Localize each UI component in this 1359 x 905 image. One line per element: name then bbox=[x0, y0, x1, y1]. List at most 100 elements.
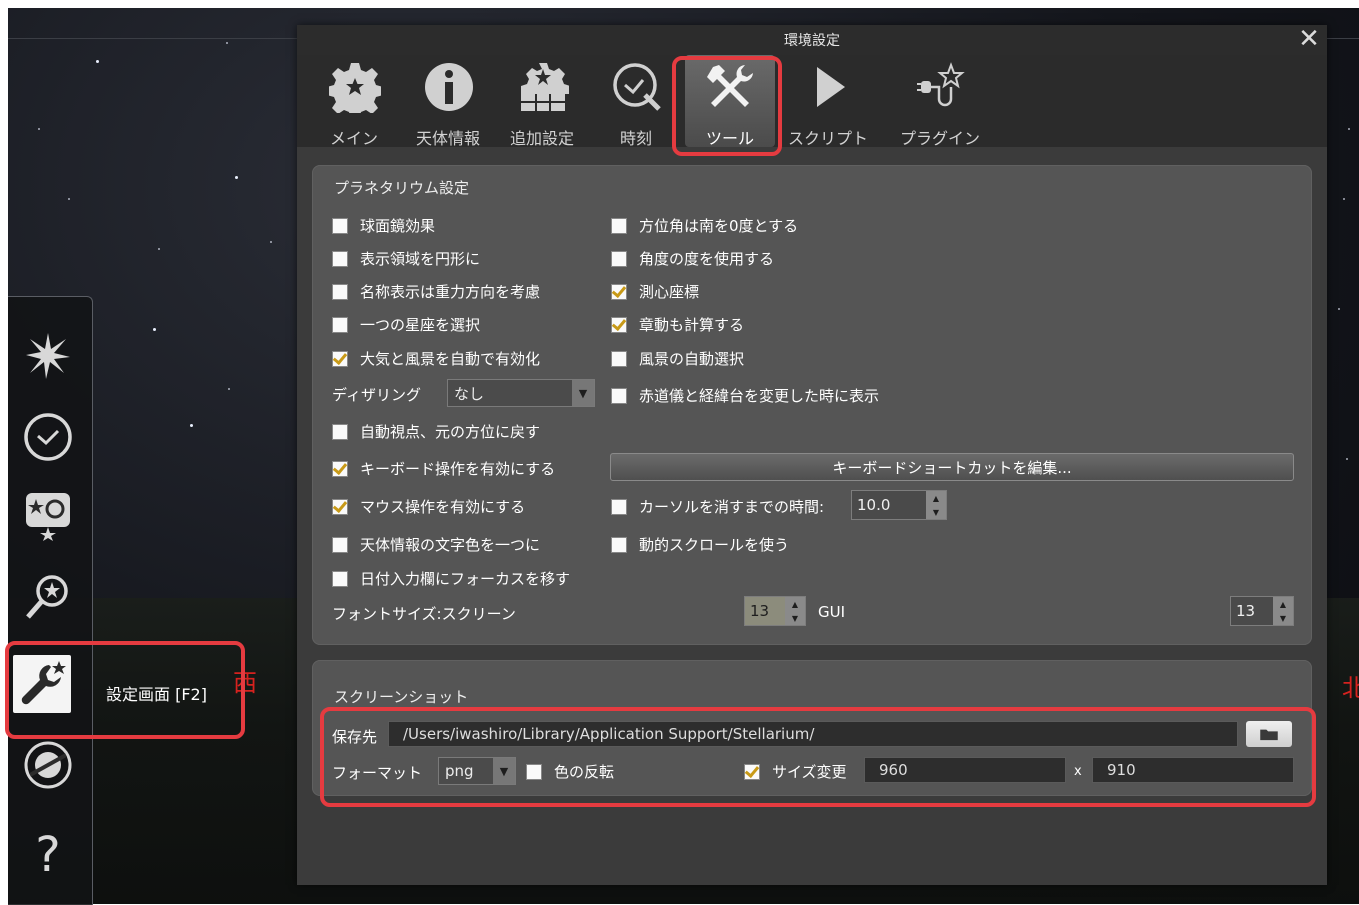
font-size-screen-label: フォントサイズ:スクリーン bbox=[332, 605, 516, 623]
telescope-control-button[interactable] bbox=[20, 737, 76, 793]
clock-icon bbox=[24, 413, 72, 461]
checkbox[interactable] bbox=[611, 498, 627, 515]
tab-scripts-label: スクリプト bbox=[787, 129, 868, 148]
single-color-info-checkbox[interactable]: 天体情報の文字色を一つに bbox=[332, 534, 540, 555]
highlight-tools-tab bbox=[672, 56, 782, 156]
dithering-label: ディザリング bbox=[332, 386, 421, 404]
focus-date-entry-checkbox[interactable]: 日付入力欄にフォーカスを移す bbox=[332, 568, 570, 589]
star bbox=[96, 60, 99, 63]
checkbox-label: キーボード操作を有効にする bbox=[360, 460, 556, 478]
cursor-timeout-value: 10.0 bbox=[857, 496, 891, 514]
auto-zoom-out-resets-direction-checkbox[interactable]: 自動視点、元の方位に戻す bbox=[332, 421, 540, 442]
select-single-constellation-checkbox[interactable]: 一つの星座を選択 bbox=[332, 314, 480, 335]
checkbox-label: 角度の度を使用する bbox=[639, 250, 775, 268]
checkbox[interactable] bbox=[611, 350, 627, 367]
star bbox=[158, 248, 160, 250]
plugin-icon bbox=[917, 62, 965, 107]
dialog-title: 環境設定 bbox=[784, 33, 840, 49]
sky-objects-button[interactable] bbox=[20, 327, 76, 383]
auto-enable-atmosphere-checkbox[interactable]: 大気と風景を自動で有効化 bbox=[332, 348, 540, 369]
checkbox[interactable] bbox=[611, 283, 627, 300]
checkbox[interactable] bbox=[332, 536, 348, 553]
checkbox-label: 一つの星座を選択 bbox=[360, 316, 481, 334]
star bbox=[153, 328, 156, 331]
kinetic-scrolling-checkbox[interactable]: 動的スクロールを使う bbox=[611, 534, 789, 555]
checkbox-label: 表示領域を円形に bbox=[360, 250, 481, 268]
highlight-config-button bbox=[5, 641, 245, 739]
checkbox[interactable] bbox=[611, 316, 627, 333]
date-time-button[interactable] bbox=[20, 409, 76, 465]
font-size-gui-spinbox[interactable]: 13 ▲ ▼ bbox=[1230, 596, 1294, 626]
sky-objects-icon bbox=[26, 333, 70, 379]
topocentric-checkbox[interactable]: 測心座標 bbox=[611, 281, 699, 302]
dithering-value: なし bbox=[454, 384, 485, 403]
enable-mouse-checkbox[interactable]: マウス操作を有効にする bbox=[332, 496, 525, 517]
checkbox-label: 風景の自動選択 bbox=[639, 350, 745, 368]
close-button[interactable]: ✕ bbox=[1296, 25, 1322, 53]
azimuth-south-checkbox[interactable]: 方位角は南を0度とする bbox=[611, 215, 798, 236]
spheric-mirror-checkbox[interactable]: 球面鏡効果 bbox=[332, 215, 435, 236]
disc-viewport-checkbox[interactable]: 表示領域を円形に bbox=[332, 248, 480, 269]
chevron-down-icon: ▼ bbox=[572, 380, 594, 406]
font-size-screen-spinbox[interactable]: 13 ▲ ▼ bbox=[744, 596, 806, 626]
checkbox[interactable] bbox=[332, 423, 348, 440]
dithering-select[interactable]: なし ▼ bbox=[447, 379, 595, 407]
spin-arrows[interactable]: ▲ ▼ bbox=[785, 597, 805, 625]
checkbox[interactable] bbox=[611, 250, 627, 267]
checkbox[interactable] bbox=[332, 498, 348, 515]
checkbox[interactable] bbox=[332, 217, 348, 234]
cursor-timeout-spinbox[interactable]: 10.0 ▲ ▼ bbox=[851, 490, 947, 520]
checkbox[interactable] bbox=[332, 283, 348, 300]
play-icon bbox=[817, 67, 845, 107]
tab-time[interactable]: 時刻 bbox=[591, 55, 681, 148]
checkbox[interactable] bbox=[611, 387, 627, 404]
spin-arrows[interactable]: ▲ ▼ bbox=[926, 491, 946, 519]
left-toolbar: ? bbox=[8, 296, 93, 905]
gravity-labels-checkbox[interactable]: 名称表示は重力方向を考慮 bbox=[332, 281, 540, 302]
tab-main[interactable]: メイン bbox=[309, 55, 399, 148]
checkbox-label: 天体情報の文字色を一つに bbox=[360, 536, 541, 554]
search-button[interactable] bbox=[20, 569, 76, 625]
checkbox-label: マウス操作を有効にする bbox=[360, 498, 526, 516]
checkbox[interactable] bbox=[611, 217, 627, 234]
checkbox[interactable] bbox=[332, 316, 348, 333]
checkbox[interactable] bbox=[611, 536, 627, 553]
enable-keyboard-checkbox[interactable]: キーボード操作を有効にする bbox=[332, 458, 555, 479]
spin-arrows[interactable]: ▲ ▼ bbox=[1273, 597, 1293, 625]
show-mount-change-checkbox[interactable]: 赤道儀と経緯台を変更した時に表示 bbox=[611, 385, 879, 406]
checkbox-label: 動的スクロールを使う bbox=[639, 536, 790, 554]
checkbox[interactable] bbox=[332, 250, 348, 267]
help-button[interactable]: ? bbox=[20, 827, 76, 883]
star bbox=[235, 176, 238, 179]
tab-plugins-label: プラグイン bbox=[899, 129, 980, 148]
star bbox=[1343, 198, 1345, 200]
checkbox[interactable] bbox=[332, 570, 348, 587]
dialog-titlebar[interactable]: 環境設定 bbox=[297, 25, 1327, 55]
mouse-cursor-timeout-checkbox[interactable]: カーソルを消すまでの時間: bbox=[611, 496, 824, 517]
checkbox-label: 名称表示は重力方向を考慮 bbox=[360, 283, 541, 301]
tab-plugins[interactable]: プラグイン bbox=[895, 55, 985, 148]
tab-information[interactable]: 天体情報 bbox=[403, 55, 493, 148]
checkbox-label: 章動も計算する bbox=[639, 316, 745, 334]
nutation-checkbox[interactable]: 章動も計算する bbox=[611, 314, 744, 335]
sky-and-viewing-button[interactable] bbox=[20, 487, 76, 543]
decimal-degrees-checkbox[interactable]: 角度の度を使用する bbox=[611, 248, 774, 269]
auto-select-landscape-checkbox[interactable]: 風景の自動選択 bbox=[611, 348, 744, 369]
star bbox=[270, 241, 272, 243]
checkbox[interactable] bbox=[332, 350, 348, 367]
tab-scripts[interactable]: スクリプト bbox=[783, 55, 873, 148]
search-icon bbox=[26, 575, 68, 619]
gear-stars-icon bbox=[521, 63, 569, 111]
planetarium-settings-title: プラネタリウム設定 bbox=[334, 179, 470, 197]
screenshot-settings-title: スクリーンショット bbox=[334, 688, 469, 706]
checkbox[interactable] bbox=[332, 460, 348, 477]
font-size-gui-value: 13 bbox=[1236, 602, 1256, 620]
help-icon: ? bbox=[35, 827, 61, 883]
clock-icon bbox=[613, 63, 661, 111]
checkbox-label: 自動視点、元の方位に戻す bbox=[360, 423, 541, 441]
compass-north: 北 bbox=[1342, 674, 1359, 702]
checkbox-label: 測心座標 bbox=[639, 283, 700, 301]
tab-extras[interactable]: 追加設定 bbox=[497, 55, 587, 148]
edit-shortcuts-button[interactable]: キーボードショートカットを編集... bbox=[610, 453, 1294, 481]
checkbox-label: 大気と風景を自動で有効化 bbox=[360, 350, 541, 368]
